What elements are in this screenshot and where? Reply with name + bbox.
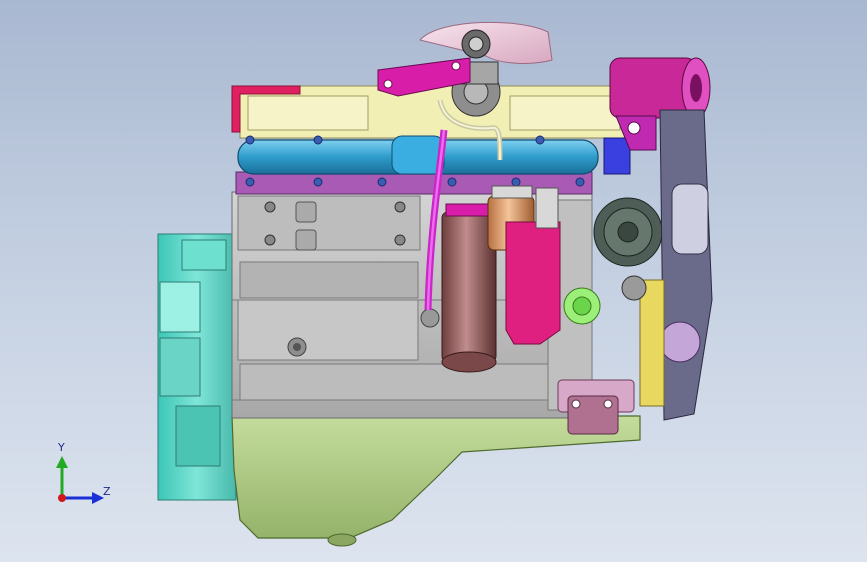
valve-cover[interactable] [231, 85, 629, 139]
alternator[interactable] [593, 197, 663, 267]
cad-viewport[interactable]: Y Z [0, 0, 867, 562]
engine-model[interactable]: Y Z [0, 0, 867, 562]
z-axis-label: Z [103, 485, 111, 498]
origin-icon [58, 494, 66, 502]
oil-pan[interactable] [231, 415, 641, 547]
y-axis-label: Y [57, 441, 65, 454]
ac-compressor[interactable] [609, 57, 711, 119]
coordinate-triad: Y Z [56, 441, 111, 504]
flywheel-housing[interactable] [157, 233, 237, 501]
thermostat-housing[interactable] [563, 287, 601, 325]
